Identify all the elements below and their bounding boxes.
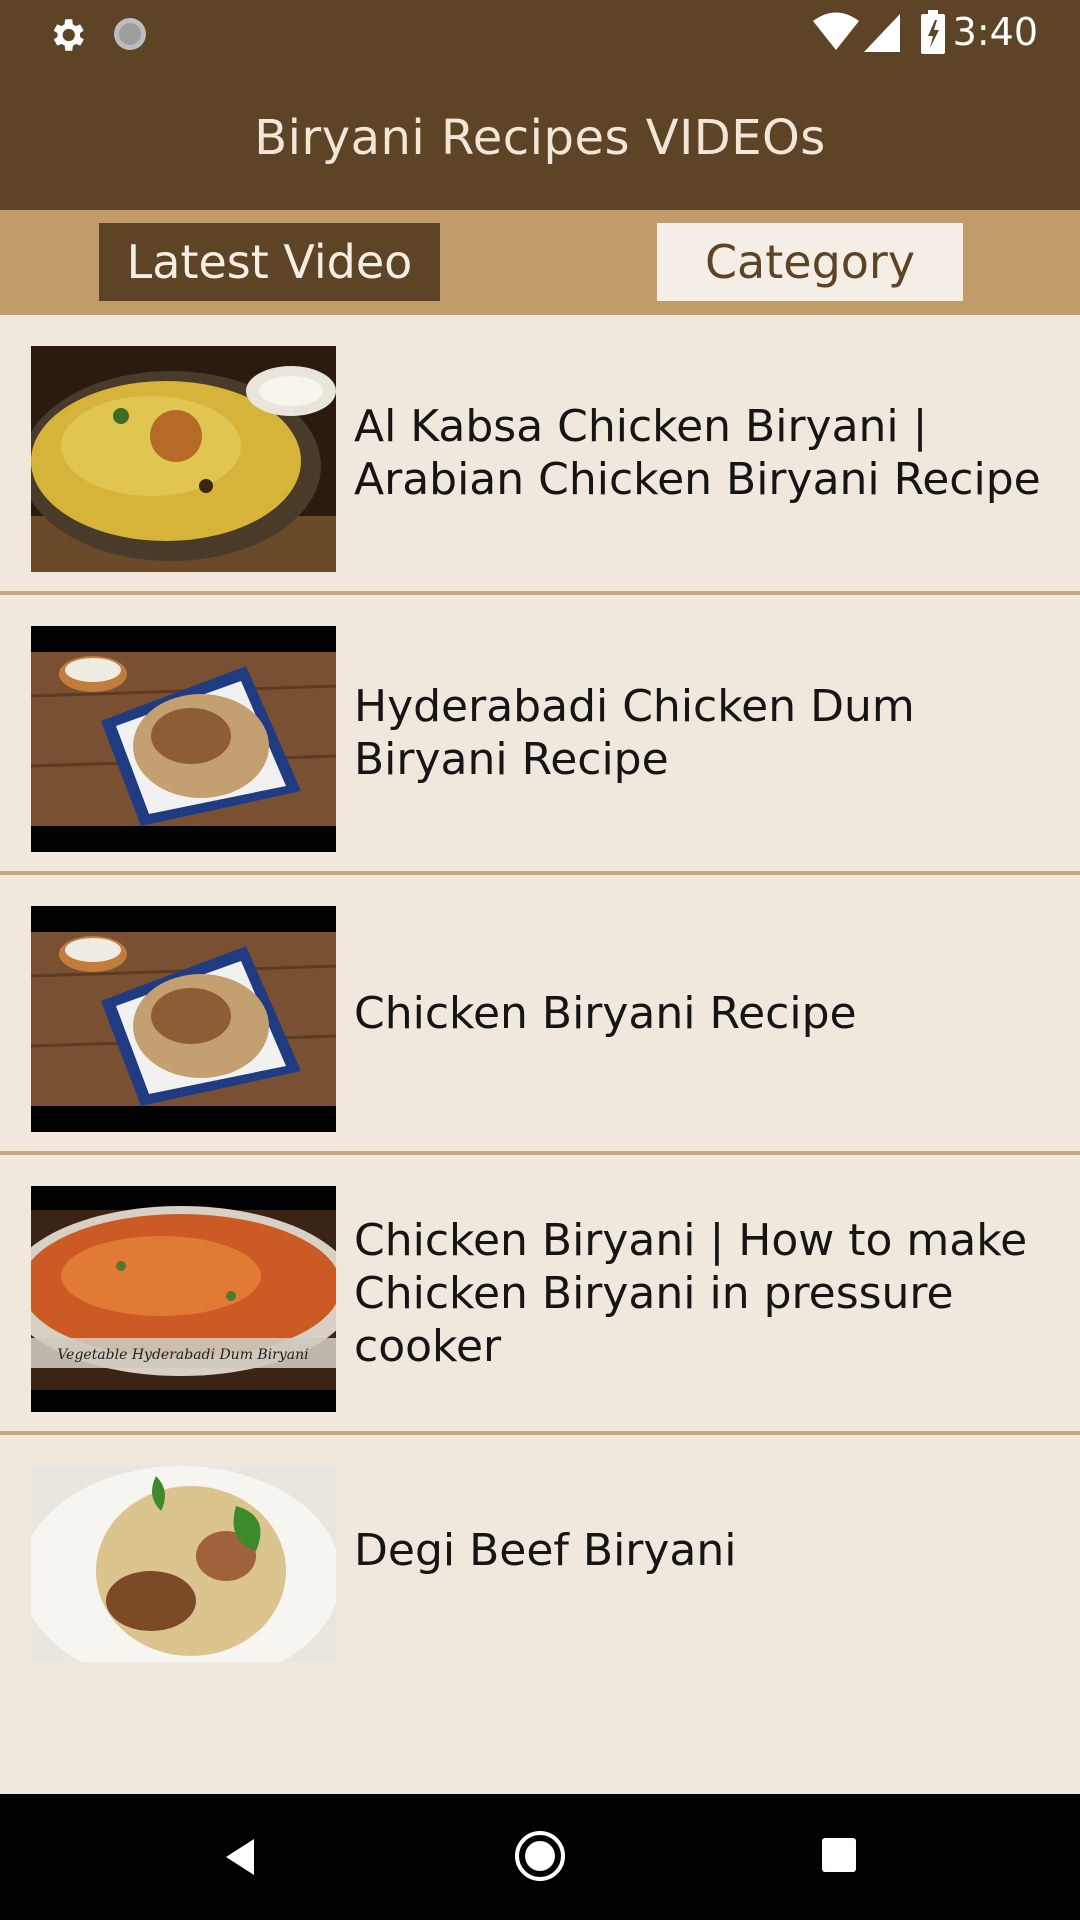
list-item[interactable]: Hyderabadi Chicken Dum Biryani Recipe (0, 595, 1080, 875)
tab-bar: Latest Video Category (0, 210, 1080, 315)
list-item[interactable]: Degi Beef Biryani (0, 1435, 1080, 1715)
settings-icon (46, 14, 88, 60)
list-item[interactable]: Al Kabsa Chicken Biryani | Arabian Chick… (0, 315, 1080, 595)
tab-category[interactable]: Category (657, 223, 963, 301)
video-title: Chicken Biryani Recipe (354, 987, 857, 1039)
video-title: Chicken Biryani | How to make Chicken Bi… (354, 1214, 1028, 1372)
app-bar: Biryani Recipes VIDEOs (0, 66, 1080, 210)
video-thumbnail (31, 626, 336, 852)
back-icon[interactable] (222, 1837, 258, 1881)
video-title: Degi Beef Biryani (354, 1524, 737, 1576)
list-item[interactable]: Chicken Biryani Recipe (0, 875, 1080, 1155)
video-list: Al Kabsa Chicken Biryani | Arabian Chick… (0, 315, 1080, 1715)
home-icon[interactable] (514, 1830, 566, 1886)
video-thumbnail: Vegetable Hyderabadi Dum Biryani (31, 1186, 336, 1412)
thumbnail-caption: Vegetable Hyderabadi Dum Biryani (57, 1347, 308, 1363)
status-time: 3:40 (952, 10, 1038, 54)
signal-icon (864, 14, 900, 56)
loading-icon (110, 14, 150, 58)
navigation-bar (0, 1794, 1080, 1920)
recents-icon[interactable] (822, 1838, 856, 1876)
video-title: Al Kabsa Chicken Biryani | Arabian Chick… (354, 401, 1041, 505)
app-title: Biryani Recipes VIDEOs (254, 110, 826, 166)
video-thumbnail (31, 346, 336, 572)
video-thumbnail (31, 906, 336, 1132)
list-item[interactable]: Vegetable Hyderabadi Dum Biryani Chicken… (0, 1155, 1080, 1435)
video-thumbnail (31, 1466, 336, 1662)
video-title: Hyderabadi Chicken Dum Biryani Recipe (354, 681, 915, 785)
battery-icon (920, 10, 946, 58)
status-bar: 3:40 (0, 0, 1080, 66)
tab-latest-video[interactable]: Latest Video (99, 223, 440, 301)
wifi-icon (812, 12, 860, 56)
